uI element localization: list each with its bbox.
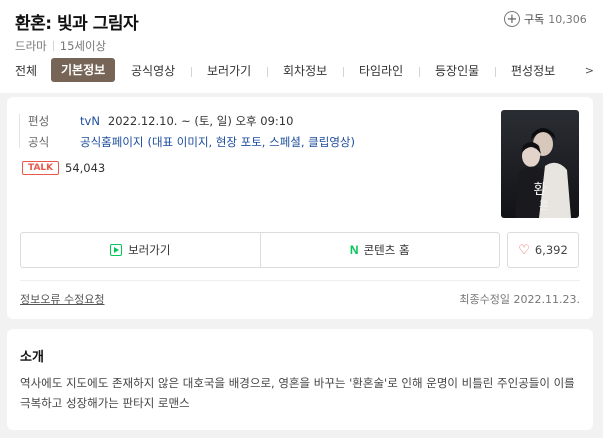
tab-official-video[interactable]: 공식영상 xyxy=(131,62,175,79)
tab-divider xyxy=(191,67,192,77)
schedule-text: 2022.12.10. ~ (토, 일) 오후 09:10 xyxy=(107,114,294,128)
tab-divider xyxy=(419,67,420,77)
tab-divider xyxy=(267,67,268,77)
broadcast-row: 편성 tvN 2022.12.10. ~ (토, 일) 오후 09:10 xyxy=(20,113,293,129)
genre-label: 드라마 xyxy=(15,39,47,53)
basic-info-card: 편성 tvN 2022.12.10. ~ (토, 일) 오후 09:10 공식 … xyxy=(7,97,593,319)
action-button-group: 보러가기 N 콘텐츠 홈 xyxy=(20,232,500,268)
header-section: 환혼: 빛과 그림자 드라마 15세이상 + 구독 10,306 전체 기본정보… xyxy=(0,0,603,93)
content-home-label: 콘텐츠 홈 xyxy=(363,243,410,257)
talk-badge[interactable]: TALK xyxy=(22,161,60,175)
tab-schedule[interactable]: 편성정보 xyxy=(511,62,555,79)
like-button[interactable]: ♡ 6,392 xyxy=(507,232,579,268)
intro-text: 역사에도 지도에도 존재하지 않은 대호국을 배경으로, 영혼을 바꾸는 '환혼… xyxy=(20,376,575,410)
svg-text:환: 환 xyxy=(534,182,547,198)
tab-bar: 전체 기본정보 공식영상 보러가기 회차정보 타임라인 등장인물 편성정보 > xyxy=(0,58,603,88)
tab-characters[interactable]: 등장인물 xyxy=(435,62,479,79)
official-label: 공식 xyxy=(28,135,50,149)
watch-label: 보러가기 xyxy=(128,243,171,257)
tab-all[interactable]: 전체 xyxy=(15,62,37,79)
report-error-link[interactable]: 정보오류 수정요청 xyxy=(20,291,104,307)
poster-image[interactable]: 환 혼 xyxy=(501,110,579,218)
channel-link[interactable]: tvN xyxy=(80,114,100,128)
tab-episodes[interactable]: 회차정보 xyxy=(283,62,327,79)
content-home-button[interactable]: N 콘텐츠 홈 xyxy=(259,233,500,267)
plus-icon: + xyxy=(504,11,520,27)
poster-art-icon: 환 혼 xyxy=(501,110,579,218)
rating-label: 15세이상 xyxy=(59,39,107,53)
subscribe-label: 구독 xyxy=(524,13,545,26)
official-extra-link[interactable]: (대표 이미지, 현장 포토, 스페셜, 클립영상) xyxy=(147,134,355,150)
heart-icon: ♡ xyxy=(518,242,530,258)
subscribe-button[interactable]: + 구독 10,306 xyxy=(504,11,587,27)
official-row: 공식 공식홈페이지 (대표 이미지, 현장 포토, 스페셜, 클립영상) xyxy=(20,134,355,150)
official-homepage-link[interactable]: 공식홈페이지 xyxy=(80,134,143,150)
divider xyxy=(20,280,580,281)
watch-button[interactable]: 보러가기 xyxy=(21,233,260,267)
svg-text:혼: 혼 xyxy=(539,199,549,212)
broadcast-label: 편성 xyxy=(28,114,50,128)
talk-count: 54,043 xyxy=(65,161,106,175)
tab-basic-info[interactable]: 기본정보 xyxy=(51,58,116,82)
intro-card: 소개 역사에도 지도에도 존재하지 않은 대호국을 배경으로, 영혼을 바꾸는 … xyxy=(7,329,593,430)
like-count: 6,392 xyxy=(534,243,568,257)
subscribe-count: 10,306 xyxy=(548,12,587,26)
intro-title: 소개 xyxy=(20,350,44,365)
chevron-right-icon[interactable]: > xyxy=(585,64,594,77)
naver-n-icon: N xyxy=(349,243,359,257)
tab-divider xyxy=(495,67,496,77)
tab-divider xyxy=(343,67,344,77)
page-title: 환혼: 빛과 그림자 xyxy=(15,14,139,34)
subtitle: 드라마 15세이상 xyxy=(15,38,106,54)
last-updated: 최종수정일 2022.11.23. xyxy=(459,293,580,306)
divider xyxy=(52,41,54,51)
tab-timeline[interactable]: 타임라인 xyxy=(359,62,403,79)
play-icon xyxy=(110,244,123,256)
tab-watch[interactable]: 보러가기 xyxy=(207,62,251,79)
